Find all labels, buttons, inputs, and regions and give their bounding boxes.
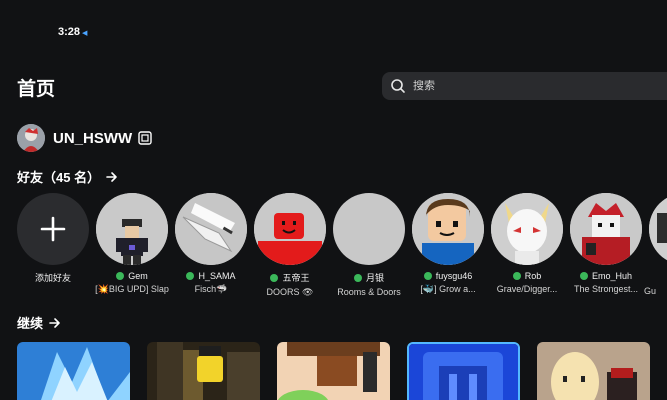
profile-username: UN_HSWW <box>53 129 133 147</box>
friend-status: The Strongest... <box>573 284 639 294</box>
add-friend-button[interactable]: 添加好友 <box>17 193 96 284</box>
friend-status: [💥BIG UPD] Slap <box>95 284 169 294</box>
avatar[interactable] <box>17 124 45 152</box>
online-indicator <box>186 272 195 280</box>
friend-name: 五帝王 <box>282 273 310 283</box>
friend-name: H_SAMA <box>198 271 236 281</box>
friend-name: fuysgu46 <box>435 271 473 281</box>
friend-status: Gu <box>644 286 657 296</box>
game-tile[interactable] <box>147 342 260 400</box>
friend-name-row: fuysgu46 <box>405 271 491 281</box>
avatar[interactable] <box>570 193 642 265</box>
game-thumbnail <box>409 344 518 400</box>
friend-name-row: Rob <box>484 271 570 281</box>
status-time: 3:28 ◀ <box>58 26 88 38</box>
profile[interactable]: UN_HSWW <box>17 124 152 152</box>
friend-item[interactable]: 五帝王 DOORS 👁 <box>247 193 333 298</box>
location-icon: ◀ <box>82 30 88 37</box>
game-tile[interactable] <box>17 342 130 400</box>
search-bar[interactable] <box>382 72 667 100</box>
game-tile[interactable] <box>407 342 520 400</box>
friend-name-row: 月银 <box>326 271 412 284</box>
avatar[interactable] <box>254 193 326 265</box>
friends-title: 好友（45 名） <box>17 170 101 185</box>
arrow-right-icon <box>49 317 60 328</box>
online-indicator <box>116 272 125 280</box>
friend-name: Emo_Huh <box>591 271 633 281</box>
verified-badge-icon <box>138 131 152 145</box>
friend-status: Rooms & Doors <box>337 287 401 297</box>
friend-status: [🐳] Grow a... <box>420 284 476 294</box>
friend-item[interactable]: Gu <box>642 193 667 296</box>
friend-status: Grave/Digger... <box>496 284 558 294</box>
friend-name-row: Gem <box>89 271 175 281</box>
avatar[interactable] <box>649 193 667 265</box>
friend-name: 月银 <box>365 273 384 283</box>
friend-item[interactable]: fuysgu46 [🐳] Grow a... <box>405 193 491 295</box>
avatar[interactable] <box>412 193 484 265</box>
game-thumbnail <box>537 342 650 400</box>
online-indicator <box>579 272 588 280</box>
online-indicator <box>353 273 362 282</box>
friend-status: Fisch🦈 <box>194 284 228 294</box>
page-title: 首页 <box>17 79 56 100</box>
friend-name-row: Emo_Huh <box>563 271 649 281</box>
online-indicator <box>512 272 521 280</box>
friend-item[interactable]: H_SAMA Fisch🦈 <box>168 193 254 295</box>
arrow-right-icon <box>106 171 117 182</box>
friend-name: Rob <box>524 271 542 281</box>
friend-item[interactable]: Gem [💥BIG UPD] Slap <box>89 193 175 295</box>
search-input[interactable] <box>413 80 633 92</box>
avatar[interactable] <box>96 193 168 265</box>
friend-item[interactable]: 月银 Rooms & Doors <box>326 193 412 297</box>
avatar[interactable] <box>175 193 247 265</box>
online-indicator <box>423 272 432 280</box>
friends-carousel[interactable]: 添加好友 Gem [💥BIG UPD] Slap H_SAMA Fisch🦈 五… <box>17 193 667 303</box>
friend-item[interactable]: Rob Grave/Digger... <box>484 193 570 294</box>
plus-icon <box>40 216 66 242</box>
add-friend-avatar[interactable] <box>17 193 89 265</box>
game-tile[interactable] <box>277 342 390 400</box>
continue-title: 继续 <box>17 316 44 331</box>
avatar[interactable] <box>333 193 405 265</box>
friend-name: Gem <box>128 271 148 281</box>
search-icon <box>391 79 405 93</box>
friend-item[interactable]: Emo_Huh The Strongest... <box>563 193 649 294</box>
continue-carousel[interactable] <box>17 342 667 400</box>
online-indicator <box>270 273 279 282</box>
continue-header[interactable]: 继续 <box>17 313 61 332</box>
friends-header[interactable]: 好友（45 名） <box>17 167 118 186</box>
game-thumbnail <box>147 342 260 400</box>
avatar[interactable] <box>491 193 563 265</box>
game-thumbnail <box>17 342 130 400</box>
friend-status: DOORS 👁 <box>266 287 314 297</box>
game-tile[interactable] <box>537 342 650 400</box>
game-thumbnail <box>277 342 390 400</box>
friend-name-row: H_SAMA <box>168 271 254 281</box>
friend-name-row: 五帝王 <box>247 271 333 284</box>
friend-name: 添加好友 <box>34 273 71 283</box>
